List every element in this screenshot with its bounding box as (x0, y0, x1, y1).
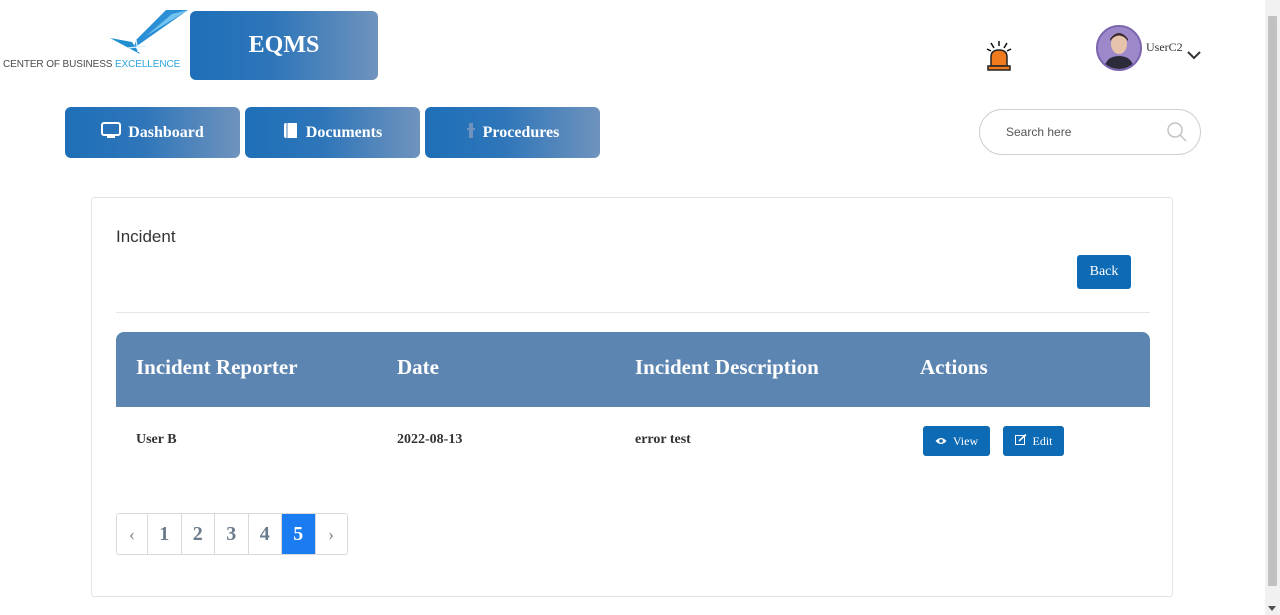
cell-description: error test (635, 432, 691, 447)
book-icon (283, 122, 299, 144)
edit-icon (1014, 433, 1027, 449)
divider (116, 312, 1150, 313)
scrollbar-thumb[interactable] (1268, 16, 1277, 586)
nav-procedures-label: Procedures (482, 123, 560, 141)
app-name-banner[interactable]: EQMS (190, 11, 378, 80)
back-button[interactable]: Back (1077, 255, 1131, 289)
pagination-page-4[interactable]: 4 (248, 514, 282, 554)
nav-dashboard-button[interactable]: Dashboard (65, 107, 240, 158)
view-button[interactable]: View (923, 426, 990, 456)
column-header-date: Date (397, 355, 439, 379)
eye-icon (935, 434, 947, 449)
pagination-next[interactable]: › (315, 514, 347, 554)
avatar[interactable] (1096, 25, 1142, 71)
company-logo: CENTER OF BUSINESS EXCELLENCE (0, 10, 190, 74)
column-header-actions: Actions (920, 355, 988, 379)
table-header: Incident Reporter Date Incident Descript… (116, 332, 1150, 407)
page-title: Incident (116, 227, 176, 246)
nav-dashboard-label: Dashboard (128, 123, 204, 141)
logo-text-accent: EXCELLENCE (115, 59, 181, 70)
search-box[interactable] (979, 109, 1201, 155)
pagination-page-5[interactable]: 5 (282, 514, 316, 554)
logo-checkmark-icon (110, 10, 188, 54)
chevron-down-icon[interactable] (1186, 47, 1201, 65)
cell-date: 2022-08-13 (397, 432, 463, 447)
pagination-page-1[interactable]: 1 (148, 514, 182, 554)
nav-documents-button[interactable]: Documents (245, 107, 420, 158)
cell-reporter: User B (136, 432, 177, 447)
nav-documents-label: Documents (305, 123, 383, 141)
nav-procedures-button[interactable]: Procedures (425, 107, 600, 158)
pagination-page-3[interactable]: 3 (215, 514, 249, 554)
search-icon[interactable] (1166, 121, 1188, 148)
page-scrollbar[interactable] (1265, 0, 1280, 615)
scroll-down-arrow-icon[interactable] (1268, 606, 1276, 611)
pagination: ‹ 1 2 3 4 5 › (116, 513, 348, 555)
alarm-siren-icon[interactable] (985, 40, 1013, 72)
table-row: User B 2022-08-13 error test View Edit (116, 407, 1150, 473)
incident-card: Incident Back Incident Reporter Date Inc… (91, 197, 1173, 597)
column-header-reporter: Incident Reporter (136, 355, 298, 379)
edit-label: Edit (1032, 433, 1053, 448)
column-header-description: Incident Description (635, 355, 819, 379)
search-input[interactable] (1006, 122, 1156, 142)
monitor-icon (101, 121, 122, 144)
username: UserC2 (1146, 40, 1183, 54)
logo-text: CENTER OF BUSINESS (3, 59, 116, 70)
procedure-icon (466, 122, 476, 144)
pagination-page-2[interactable]: 2 (181, 514, 215, 554)
user-menu[interactable]: UserC2 (1096, 25, 1201, 71)
edit-button[interactable]: Edit (1003, 426, 1064, 456)
view-label: View (952, 433, 979, 448)
pagination-prev[interactable]: ‹ (117, 514, 148, 554)
